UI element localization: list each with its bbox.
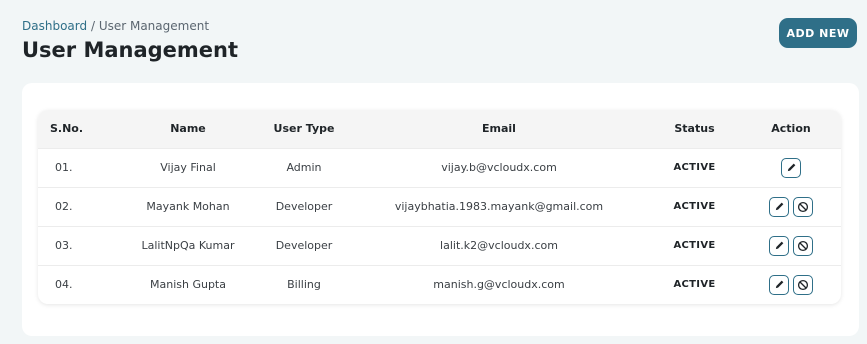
- breadcrumb-separator: /: [90, 19, 95, 33]
- cell-name: LalitNpQa Kumar: [141, 239, 235, 252]
- cell-name: Mayank Mohan: [146, 200, 230, 213]
- header-user-type: User Type: [273, 122, 335, 136]
- edit-button[interactable]: [781, 157, 801, 178]
- header-sno: S.No.: [50, 122, 84, 136]
- edit-icon: [775, 202, 783, 211]
- cell-sno: 04.: [55, 278, 73, 292]
- cell-actions: [741, 265, 841, 304]
- cell-sno: 01.: [55, 161, 73, 174]
- table-row: 01. Vijay Final Admin vijay.b@vcloudx.co…: [38, 148, 841, 187]
- cell-email: manish.g@vcloudx.com: [433, 278, 565, 292]
- header-name: Name: [170, 122, 206, 136]
- page-title: User Management: [22, 38, 239, 62]
- header-status: Status: [674, 122, 715, 136]
- deactivate-button[interactable]: [793, 274, 813, 295]
- status-badge: ACTIVE: [673, 201, 716, 212]
- cell-email: vijaybhatia.1983.mayank@gmail.com: [394, 200, 604, 213]
- block-icon: [797, 201, 809, 212]
- deactivate-button[interactable]: [793, 196, 813, 217]
- edit-icon: [775, 280, 783, 289]
- add-new-button[interactable]: ADD NEW: [779, 18, 857, 48]
- block-icon: [797, 240, 809, 251]
- status-badge: ACTIVE: [673, 240, 716, 251]
- status-badge: ACTIVE: [673, 279, 716, 291]
- cell-actions: [741, 226, 841, 265]
- table-header-row: S.No. Name User Type Email Status Action: [38, 110, 841, 148]
- deactivate-button[interactable]: [793, 235, 813, 256]
- header-action: Action: [771, 122, 811, 136]
- edit-button[interactable]: [769, 196, 789, 217]
- block-icon: [797, 279, 809, 290]
- cell-email: lalit.k2@vcloudx.com: [440, 239, 558, 252]
- edit-icon: [775, 241, 783, 250]
- breadcrumb: Dashboard / User Management: [22, 19, 209, 33]
- cell-user-type: Admin: [286, 161, 322, 174]
- user-table: S.No. Name User Type Email Status Action…: [38, 110, 841, 304]
- cell-user-type: Developer: [275, 239, 333, 252]
- cell-sno: 02.: [55, 200, 73, 213]
- edit-icon: [787, 163, 795, 172]
- user-table-container: S.No. Name User Type Email Status Action…: [38, 110, 841, 304]
- cell-sno: 03.: [55, 239, 73, 252]
- table-row: 04. Manish Gupta Billing manish.g@vcloud…: [38, 265, 841, 304]
- table-row: 02. Mayank Mohan Developer vijaybhatia.1…: [38, 187, 841, 226]
- cell-actions: [741, 187, 841, 226]
- breadcrumb-dashboard-link[interactable]: Dashboard: [22, 19, 87, 33]
- cell-user-type: Developer: [275, 200, 333, 213]
- header-email: Email: [482, 122, 516, 136]
- breadcrumb-current: User Management: [98, 19, 210, 33]
- cell-name: Vijay Final: [160, 161, 216, 174]
- page: Dashboard / User Management User Managem…: [0, 0, 867, 344]
- content-card: S.No. Name User Type Email Status Action…: [22, 83, 859, 336]
- table-row: 03. LalitNpQa Kumar Developer lalit.k2@v…: [38, 226, 841, 265]
- edit-button[interactable]: [769, 274, 789, 295]
- cell-user-type: Billing: [287, 278, 321, 292]
- edit-button[interactable]: [769, 235, 789, 256]
- cell-email: vijay.b@vcloudx.com: [441, 161, 557, 174]
- cell-actions: [741, 148, 841, 187]
- status-badge: ACTIVE: [673, 162, 716, 173]
- cell-name: Manish Gupta: [150, 278, 226, 292]
